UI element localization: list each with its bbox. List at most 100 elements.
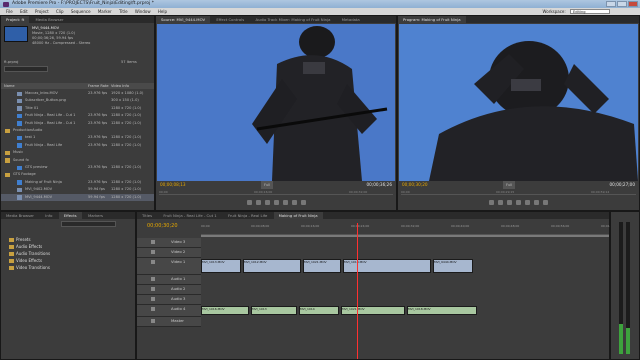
lift-button[interactable] [534, 200, 539, 205]
project-item-row[interactable]: Fruit Ninja - Real Life 23.976 fps 1280 x … [1, 142, 154, 149]
tab-seq-cut1[interactable]: Fruit Ninja - Real Life - Cut 1 [158, 212, 221, 219]
audio-clip[interactable]: MVI_1018.MOV [407, 306, 477, 315]
source-video-frame[interactable] [157, 24, 395, 181]
speaker-icon[interactable] [151, 287, 155, 291]
play-button[interactable] [516, 200, 521, 205]
speaker-icon[interactable] [151, 319, 155, 323]
step-back-button[interactable] [507, 200, 512, 205]
workspace-dropdown[interactable]: Editing [570, 9, 610, 14]
project-item-row[interactable]: Making of Fruit Ninja 23.976 fps 1280 x 72… [1, 179, 154, 186]
tab-program[interactable]: Program: Making of Fruit Ninja [398, 16, 466, 23]
effects-folder-presets[interactable]: Presets [4, 236, 31, 243]
audio-clip[interactable]: MVI_1021.MOV [341, 306, 405, 315]
program-time-ruler[interactable]: 00;00 00;00;29;15 00;00;59;14 [401, 190, 636, 195]
tab-seq-real-life[interactable]: Fruit Ninja - Real Life [223, 212, 272, 219]
track-header[interactable]: Master [137, 317, 201, 327]
tab-info[interactable]: Info [40, 212, 57, 219]
source-time-ruler[interactable]: 00;00 00;00;16;00 00;00;32;00 [159, 190, 393, 195]
timeline-track[interactable]: Audio 2 [137, 285, 609, 295]
overwrite-button[interactable] [300, 200, 306, 205]
project-item-row[interactable]: test 1 23.976 fps 1280 x 720 (1.0) [1, 134, 154, 141]
eye-icon[interactable] [151, 240, 155, 244]
tab-source[interactable]: Source: MVI_9444.MOV [156, 16, 211, 23]
menu-help[interactable]: Help [158, 8, 167, 15]
play-button[interactable] [273, 200, 279, 205]
speaker-icon[interactable] [151, 297, 155, 301]
track-header[interactable]: Audio 3 [137, 295, 201, 305]
effects-folder-video-effects[interactable]: Video Effects [4, 257, 42, 264]
insert-button[interactable] [291, 200, 297, 205]
menu-sequence[interactable]: Sequence [71, 8, 91, 15]
step-forward-button[interactable] [282, 200, 288, 205]
track-header[interactable]: Video 2 [137, 248, 201, 258]
mark-out-button[interactable] [498, 200, 503, 205]
program-video-frame[interactable] [399, 24, 638, 181]
menu-edit[interactable]: Edit [20, 8, 28, 15]
speaker-icon[interactable] [151, 277, 155, 281]
timeline-timecode[interactable]: 00;00;30;20 [147, 223, 178, 229]
tab-seq-making-of[interactable]: Making of Fruit Ninja [273, 212, 323, 219]
tab-media-browser-2[interactable]: Media Browser [1, 212, 39, 219]
project-item-row[interactable]: Fruit Ninja - Real Life - Cut 1 23.976 fp… [1, 112, 154, 119]
project-item-row[interactable]: Title 01 1280 x 720 (1.0) [1, 105, 154, 112]
project-item-row[interactable]: MVI_9402.MOV 59.94 fps 1280 x 720 (1.0) [1, 186, 154, 193]
menu-title[interactable]: Title [119, 8, 128, 15]
menu-marker[interactable]: Marker [98, 8, 112, 15]
tab-effects[interactable]: Effects [58, 212, 82, 219]
project-item-row[interactable]: ProductionAudio [1, 127, 154, 134]
track-header[interactable]: Audio 2 [137, 285, 201, 295]
project-item-row[interactable]: GTS Footage [1, 171, 154, 178]
track-header[interactable]: Video 3 [137, 238, 201, 248]
maximize-button[interactable] [617, 1, 627, 7]
audio-clip[interactable]: MVI_1013 [251, 306, 297, 315]
video-clip[interactable]: MVI_1021.MOV [303, 259, 341, 273]
project-item-row[interactable]: Fruit Ninja - Real Life - Cut 1 23.976 fp… [1, 120, 154, 127]
video-clip[interactable]: MVI_1012.MOV [243, 259, 301, 273]
project-item-row[interactable]: Maccas_Intro.MOV 23.976 fps 1920 x 1080 (1… [1, 90, 154, 97]
menu-clip[interactable]: Clip [56, 8, 64, 15]
work-area-bar[interactable] [201, 235, 609, 237]
audio-clip[interactable]: MVI_1016.MOV [201, 306, 249, 315]
close-button[interactable] [628, 1, 638, 7]
tab-metadata[interactable]: Metadata [337, 16, 365, 23]
col-frame-rate[interactable]: Frame Rate [88, 83, 109, 89]
timeline-time-ruler[interactable]: 00;00 00;00;08;00 00;00;16;00 00;00;24;00 00… [201, 223, 619, 235]
col-video-info[interactable]: Video Info [111, 83, 129, 89]
timeline-track[interactable]: Video 3 [137, 238, 609, 248]
track-header[interactable]: Video 1 [137, 258, 201, 275]
video-clip[interactable]: MVI_9444.MOV [433, 259, 473, 273]
project-search-input[interactable] [4, 66, 48, 72]
timeline-track[interactable]: Master [137, 317, 609, 327]
timeline-track[interactable]: Audio 4 MVI_1016.MOV MVI_1013 MVI_1014 MVI_1… [137, 305, 609, 317]
effects-search-input[interactable] [61, 221, 116, 227]
tab-markers[interactable]: Markers [83, 212, 108, 219]
tab-effect-controls[interactable]: Effect Controls [211, 16, 249, 23]
effects-folder-audio-effects[interactable]: Audio Effects [4, 243, 42, 250]
effects-folder-video-transitions[interactable]: Video Transitions [4, 264, 50, 271]
timeline-track[interactable]: Video 2 [137, 248, 609, 258]
mark-in-button[interactable] [246, 200, 252, 205]
project-item-row[interactable]: MVI_9444.MOV 59.94 fps 1280 x 720 (1.0) [1, 193, 154, 201]
eye-icon[interactable] [151, 260, 155, 264]
extract-button[interactable] [543, 200, 548, 205]
step-forward-button[interactable] [525, 200, 530, 205]
project-item-row[interactable]: Sound fx [1, 157, 154, 164]
minimize-button[interactable] [606, 1, 616, 7]
timeline-track[interactable]: Video 1 MVI_1013.MOV MVI_1012.MOV MVI_1021.… [137, 258, 609, 275]
project-item-row[interactable]: GTS preview 23.976 fps 1280 x 720 (1.0) [1, 164, 154, 171]
speaker-icon[interactable] [151, 307, 155, 311]
menu-file[interactable]: File [6, 8, 13, 15]
timeline-track[interactable]: Audio 1 [137, 275, 609, 285]
tab-project[interactable]: Project: ft [1, 16, 30, 23]
timeline-playhead[interactable] [357, 223, 358, 359]
project-item-row[interactable]: Music [1, 149, 154, 156]
tab-audio-mixer[interactable]: Audio Track Mixer: Making of Fruit Ninja [251, 16, 336, 23]
mark-in-button[interactable] [489, 200, 494, 205]
project-item-row[interactable]: Subscriber_Button.png 300 x 150 (1.0) [1, 97, 154, 104]
tab-media-browser[interactable]: Media Browser [31, 16, 69, 23]
track-header[interactable]: Audio 1 [137, 275, 201, 285]
program-fit-dropdown[interactable]: Full [503, 181, 516, 189]
menu-window[interactable]: Window [135, 8, 151, 15]
mark-out-button[interactable] [255, 200, 261, 205]
source-current-timecode[interactable]: 00;00;08;13 [160, 181, 186, 189]
